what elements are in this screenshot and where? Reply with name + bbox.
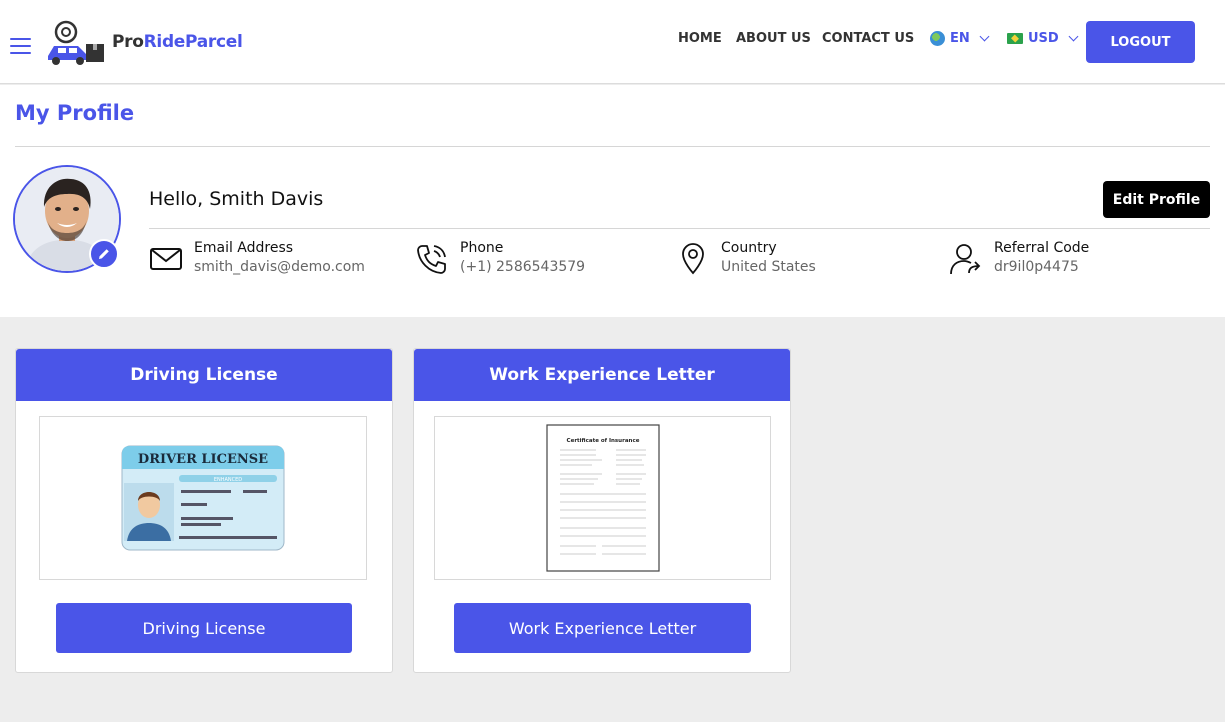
nav-about[interactable]: ABOUT US: [736, 31, 811, 46]
profile-section: My Profile Hello, Smith Davis Edit Profi…: [0, 85, 1225, 317]
driving-license-image[interactable]: DRIVER LICENSE ENHANCED: [39, 416, 367, 580]
country-label: Country: [721, 240, 777, 256]
pencil-icon: [99, 249, 109, 259]
language-value: EN: [950, 31, 970, 46]
email-info: Email Address smith_davis@demo.com: [149, 240, 365, 276]
divider: [15, 146, 1210, 147]
document-card-work-experience: Work Experience Letter Certificate of In…: [413, 348, 791, 673]
currency-value: USD: [1028, 31, 1059, 46]
email-label: Email Address: [194, 240, 294, 256]
view-driving-license-button[interactable]: Driving License: [56, 603, 352, 653]
currency-select[interactable]: USD: [1007, 31, 1079, 46]
brand-name-part2: RideParcel: [143, 32, 243, 52]
globe-icon: [930, 31, 945, 46]
logout-button[interactable]: LOGOUT: [1086, 21, 1195, 63]
top-header: ProRideParcel HOME ABOUT US CONTACT US E…: [0, 0, 1225, 84]
phone-icon: [417, 245, 446, 274]
nav-contact[interactable]: CONTACT US: [822, 31, 914, 46]
phone-info: Phone (+1) 2586543579: [415, 240, 585, 276]
view-work-experience-button[interactable]: Work Experience Letter: [454, 603, 751, 653]
license-card-enhanced: ENHANCED: [214, 477, 242, 483]
nav-home[interactable]: HOME: [678, 31, 722, 46]
greeting: Hello, Smith Davis: [149, 188, 324, 210]
avatar-edit-button[interactable]: [89, 239, 119, 269]
card-title: Work Experience Letter: [414, 349, 790, 401]
user-share-icon: [950, 244, 981, 275]
phone-label: Phone: [460, 240, 504, 256]
edit-profile-button[interactable]: Edit Profile: [1103, 181, 1210, 218]
mail-icon: [150, 248, 182, 270]
phone-value: (+1) 2586543579: [460, 259, 586, 275]
referral-info: Referral Code dr9il0p4475: [949, 240, 1089, 276]
logo-icon: [48, 20, 104, 65]
menu-icon[interactable]: [10, 38, 31, 54]
document-card-driving-license: Driving License DRIVER LICENSE ENHANCED …: [15, 348, 393, 673]
referral-label: Referral Code: [994, 240, 1090, 256]
country-info: Country United States: [676, 240, 816, 276]
chevron-down-icon: [979, 31, 990, 42]
flag-icon: [1007, 33, 1023, 44]
certificate-document-illustration: Certificate of Insurance: [545, 424, 660, 572]
brand-name-part1: Pro: [112, 32, 144, 52]
brand-name: ProRideParcel: [112, 32, 243, 52]
country-value: United States: [721, 259, 816, 275]
work-experience-image[interactable]: Certificate of Insurance: [434, 416, 771, 580]
location-icon: [682, 243, 704, 275]
brand-logo[interactable]: ProRideParcel: [44, 18, 243, 66]
card-title: Driving License: [16, 349, 392, 401]
divider: [149, 228, 1210, 229]
certificate-heading: Certificate of Insurance: [566, 438, 639, 444]
referral-value: dr9il0p4475: [994, 259, 1079, 275]
email-value: smith_davis@demo.com: [194, 259, 365, 275]
page-title: My Profile: [15, 101, 135, 125]
license-card-illustration: DRIVER LICENSE ENHANCED: [121, 445, 285, 551]
license-card-heading: DRIVER LICENSE: [138, 452, 268, 467]
language-select[interactable]: EN: [930, 31, 990, 46]
chevron-down-icon: [1068, 31, 1079, 42]
